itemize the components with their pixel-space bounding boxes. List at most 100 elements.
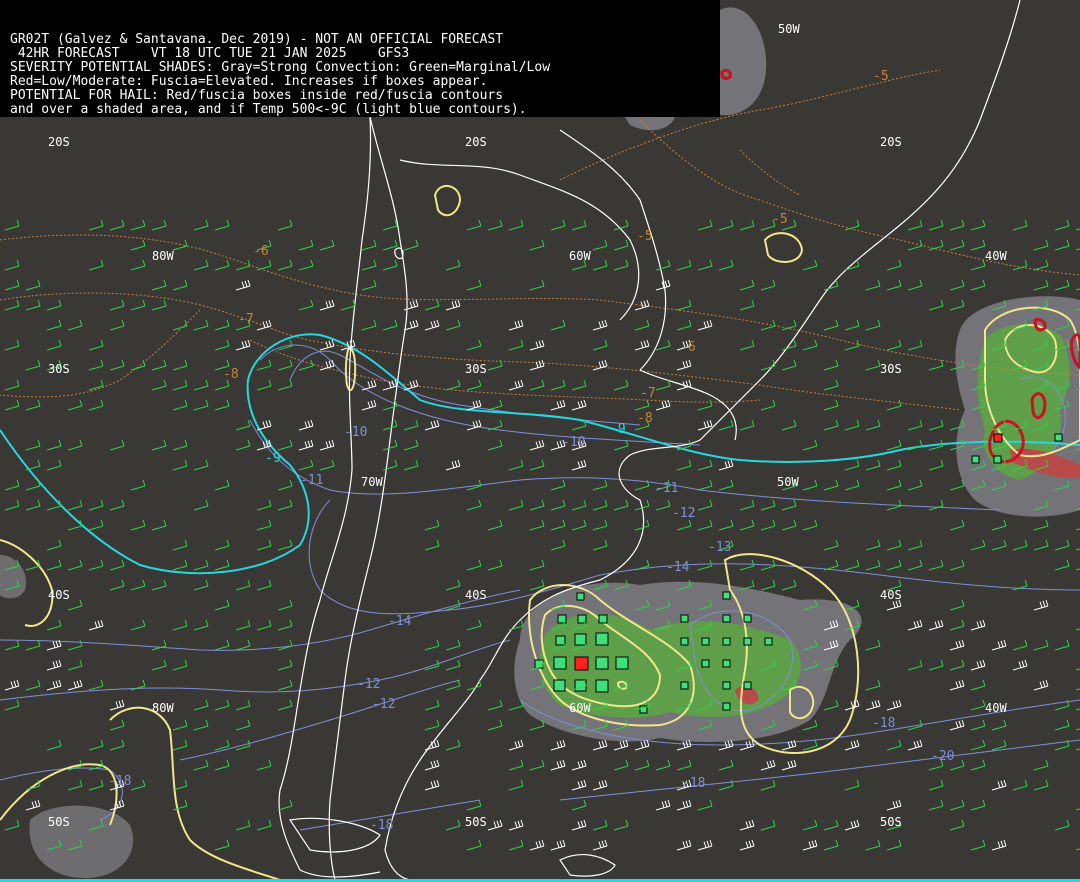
wind-barb: [508, 739, 524, 751]
wind-barb: [949, 219, 965, 231]
wind-barb: [550, 519, 566, 531]
wind-barb: [4, 299, 20, 311]
wind-barb: [1075, 668, 1080, 671]
wind-barb: [508, 379, 524, 391]
wind-barb: [46, 499, 62, 511]
wind-barb: [760, 279, 776, 291]
wind-barb: [676, 739, 692, 751]
wind-barb: [235, 439, 251, 451]
wind-barb: [88, 559, 104, 571]
wind-barb: [550, 759, 566, 771]
wind-barb: [697, 499, 713, 511]
wind-barb: [613, 819, 629, 831]
wind-barb: [886, 479, 902, 491]
blue-contour-label: -18: [682, 776, 705, 791]
wind-barb: [151, 519, 167, 531]
wind-barb: [571, 499, 587, 511]
wind-barb: [1075, 228, 1080, 231]
wind-barb: [886, 439, 902, 451]
wind-barb: [235, 639, 251, 651]
blue-contour-label: -12: [357, 677, 380, 692]
wind-barb: [235, 699, 251, 711]
wind-barb: [256, 619, 272, 631]
wind-barb: [256, 259, 272, 271]
wind-barb: [445, 659, 461, 671]
wind-barb: [949, 799, 965, 811]
wind-barb: [592, 259, 608, 271]
wind-barb: [298, 459, 314, 471]
wind-barb: [298, 299, 314, 311]
box-green: [574, 633, 587, 646]
wind-barb: [319, 439, 335, 451]
wind-barb: [193, 699, 209, 711]
wind-barb: [676, 319, 692, 331]
gray-shade-west: [0, 555, 26, 599]
wind-barb: [109, 719, 125, 731]
wind-barb: [592, 819, 608, 831]
wind-barb: [571, 399, 587, 411]
wind-barb: [1033, 279, 1049, 291]
wind-barb: [4, 639, 20, 651]
wind-barb: [445, 639, 461, 651]
wind-barb: [949, 819, 965, 831]
lon-label-70w: 70W: [361, 475, 383, 489]
wind-barb: [46, 439, 62, 451]
lat-label-40s: 40S: [465, 588, 487, 602]
header-hail-legend-2: and over a shaded area, and if Temp 500<…: [10, 102, 527, 117]
wind-barb: [634, 759, 650, 771]
wind-barb: [88, 619, 104, 631]
wind-barb: [466, 399, 482, 411]
wind-barb: [88, 259, 104, 271]
wind-barb: [970, 839, 986, 851]
wind-barb: [592, 839, 608, 851]
wind-barb: [256, 499, 272, 511]
wind-barb: [235, 419, 251, 431]
wind-barb: [613, 759, 629, 771]
wind-barb: [277, 479, 293, 491]
wind-barb: [676, 259, 692, 271]
wind-barb: [802, 479, 818, 491]
wind-barb: [214, 399, 230, 411]
wind-barb: [928, 559, 944, 571]
wind-barb: [487, 519, 503, 531]
lat-label-40s: 40S: [48, 588, 70, 602]
wind-barb: [1075, 248, 1080, 251]
wind-barb: [172, 459, 188, 471]
wind-barb: [151, 379, 167, 391]
wind-barb: [193, 459, 209, 471]
wind-barb: [109, 579, 125, 591]
wind-barb: [466, 499, 482, 511]
wind-barb: [130, 299, 146, 311]
wind-barb: [970, 799, 986, 811]
wind-barb: [739, 339, 755, 351]
wind-barb: [424, 519, 440, 531]
wind-barb: [508, 459, 524, 471]
wind-barb: [508, 779, 524, 791]
wind-barb: [571, 799, 587, 811]
wind-barb: [802, 839, 818, 851]
wind-barb: [928, 239, 944, 251]
wind-barb: [1033, 519, 1049, 531]
wind-barb: [67, 319, 83, 331]
wind-barb: [823, 699, 839, 711]
wind-barb: [193, 399, 209, 411]
wind-barb: [928, 619, 944, 631]
wind-barb: [802, 339, 818, 351]
wind-barb: [88, 339, 104, 351]
wind-barb: [1054, 239, 1070, 251]
wind-barb: [109, 359, 125, 371]
wind-barb: [592, 539, 608, 551]
wind-barb: [130, 239, 146, 251]
wind-barb: [991, 719, 1007, 731]
wind-barb: [256, 579, 272, 591]
map-header: GR02T (Galvez & Santavana. Dec 2019) - N…: [0, 0, 720, 117]
wind-barb: [865, 539, 881, 551]
header-title: GR02T (Galvez & Santavana. Dec 2019) - N…: [10, 32, 504, 47]
lat-label-50s: 50S: [880, 815, 902, 829]
wind-barb: [214, 319, 230, 331]
wind-barb: [739, 559, 755, 571]
wind-barb: [634, 399, 650, 411]
wind-barb: [214, 539, 230, 551]
wind-barb: [172, 359, 188, 371]
wind-barb: [718, 479, 734, 491]
